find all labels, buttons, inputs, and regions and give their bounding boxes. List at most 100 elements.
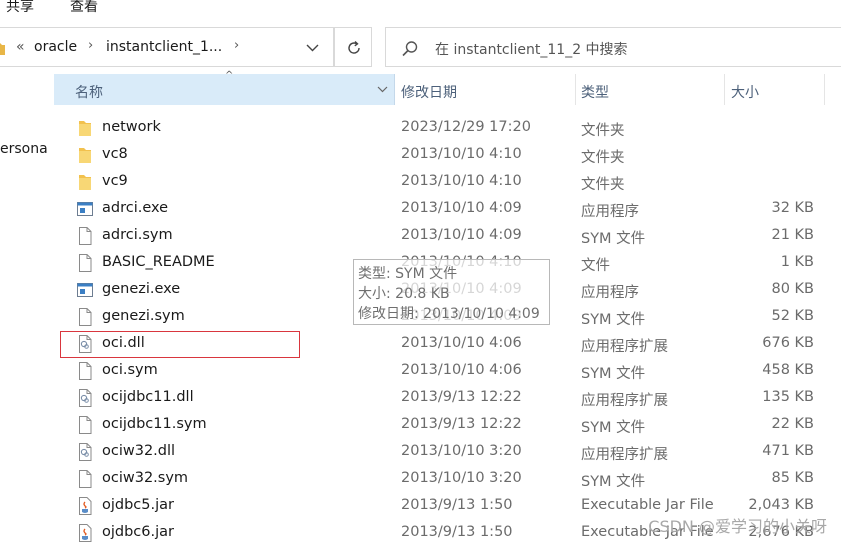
chevron-right-icon[interactable]: ›: [234, 38, 239, 53]
tooltip-type: 类型: SYM 文件: [358, 266, 458, 282]
file-type: SYM 文件: [581, 474, 646, 490]
file-name[interactable]: ojdbc6.jar: [102, 524, 174, 540]
file-modified: 2013/10/10 4:06: [401, 335, 522, 351]
ribbon-tab-view[interactable]: 查看: [70, 0, 98, 14]
refresh-icon: [348, 40, 360, 54]
address-overflow[interactable]: «: [16, 39, 25, 55]
tooltip-size: 大小: 20.8 KB: [358, 286, 450, 302]
file-modified: 2013/10/10 4:06: [401, 362, 522, 378]
file-name[interactable]: ociw32.dll: [102, 443, 175, 459]
file-type: 文件: [581, 258, 610, 274]
file-modified: 2013/10/10 3:20: [401, 470, 522, 486]
file-row[interactable]: ocijdbc11.dll 2013/9/13 12:22 应用程序扩展 135 KB: [54, 384, 841, 411]
file-type: SYM 文件: [581, 231, 646, 247]
file-size: 80 KB: [771, 281, 814, 297]
file-row[interactable]: ociw32.sym 2013/10/10 3:20 SYM 文件 85 KB: [54, 465, 841, 492]
column-header-name[interactable]: 名称: [54, 74, 395, 105]
tooltip-modified: 修改日期: 2013/10/10 4:09: [358, 306, 540, 322]
column-header-name-label: 名称: [75, 85, 103, 101]
folder-icon: [76, 172, 94, 192]
file-type: 文件夹: [581, 177, 625, 193]
dll-icon: [76, 442, 94, 462]
column-header-modified-label: 修改日期: [401, 85, 457, 101]
file-type: SYM 文件: [581, 366, 646, 382]
file-name[interactable]: adrci.exe: [102, 200, 168, 216]
search-placeholder[interactable]: 在 instantclient_11_2 中搜索: [435, 39, 628, 59]
chevron-down-icon[interactable]: [377, 86, 388, 93]
file-name[interactable]: ocijdbc11.sym: [102, 416, 207, 432]
file-modified: 2013/10/10 4:10: [401, 146, 522, 162]
file-name[interactable]: genezi.exe: [102, 281, 180, 297]
file-icon: [76, 415, 94, 435]
file-modified: 2013/9/13 1:50: [401, 497, 513, 513]
exe-icon: [76, 199, 94, 219]
highlight-box: [60, 331, 300, 358]
file-row[interactable]: vc8 2013/10/10 4:10 文件夹: [54, 141, 841, 168]
column-header-type-label: 类型: [581, 85, 609, 101]
file-name[interactable]: genezi.sym: [102, 308, 185, 324]
file-modified: 2013/10/10 4:09: [401, 200, 522, 216]
file-modified: 2013/10/10 4:10: [401, 173, 522, 189]
file-row[interactable]: network 2023/12/29 17:20 文件夹: [54, 114, 841, 141]
breadcrumb-oracle[interactable]: oracle: [34, 39, 77, 55]
column-divider[interactable]: [824, 74, 825, 105]
file-modified: 2013/9/13 1:50: [401, 524, 513, 540]
address-bar[interactable]: « oracle › instantclient_1... ›: [0, 27, 334, 67]
watermark: CSDN @爱学习的小关呀: [648, 517, 827, 536]
file-size: 135 KB: [762, 389, 814, 405]
file-type: 应用程序: [581, 204, 639, 220]
chevron-right-icon[interactable]: ›: [88, 38, 93, 53]
file-size: 471 KB: [762, 443, 814, 459]
file-row[interactable]: adrci.sym 2013/10/10 4:09 SYM 文件 21 KB: [54, 222, 841, 249]
column-header-modified[interactable]: 修改日期: [395, 74, 575, 105]
exe-icon: [76, 280, 94, 300]
file-name[interactable]: adrci.sym: [102, 227, 173, 243]
ribbon-tab-share[interactable]: 共享: [6, 0, 34, 14]
file-name[interactable]: network: [102, 119, 161, 135]
folder-icon: [76, 118, 94, 138]
file-row[interactable]: vc9 2013/10/10 4:10 文件夹: [54, 168, 841, 195]
file-modified: 2013/10/10 3:20: [401, 443, 522, 459]
column-header-type[interactable]: 类型: [576, 74, 724, 105]
file-name[interactable]: ociw32.sym: [102, 470, 188, 486]
file-name[interactable]: BASIC_README: [102, 254, 215, 270]
file-name[interactable]: ojdbc5.jar: [102, 497, 174, 513]
file-size: 52 KB: [771, 308, 814, 324]
file-row[interactable]: oci.sym 2013/10/10 4:06 SYM 文件 458 KB: [54, 357, 841, 384]
file-type: SYM 文件: [581, 312, 646, 328]
file-icon: [76, 469, 94, 489]
column-header-size[interactable]: 大小: [725, 74, 825, 105]
file-size: 85 KB: [771, 470, 814, 486]
refresh-button[interactable]: [334, 27, 372, 67]
file-modified: 2023/12/29 17:20: [401, 119, 531, 135]
file-type: 应用程序扩展: [581, 393, 668, 409]
jar-icon: [76, 523, 94, 543]
file-icon: [76, 253, 94, 273]
file-type: 应用程序扩展: [581, 339, 668, 355]
file-size: 676 KB: [762, 335, 814, 351]
file-row[interactable]: adrci.exe 2013/10/10 4:09 应用程序 32 KB: [54, 195, 841, 222]
file-type: Executable Jar File: [581, 497, 714, 513]
nav-pane-item[interactable]: ersona: [0, 141, 48, 157]
file-type: 应用程序扩展: [581, 447, 668, 463]
file-size: 458 KB: [762, 362, 814, 378]
chevron-down-icon[interactable]: [306, 44, 319, 52]
search-box[interactable]: 在 instantclient_11_2 中搜索: [385, 27, 841, 67]
file-type: SYM 文件: [581, 420, 646, 436]
folder-icon: [0, 43, 5, 55]
file-name[interactable]: ocijdbc11.dll: [102, 389, 194, 405]
file-modified: 2013/9/13 12:22: [401, 389, 522, 405]
file-row[interactable]: ociw32.dll 2013/10/10 3:20 应用程序扩展 471 KB: [54, 438, 841, 465]
file-type: 应用程序: [581, 285, 639, 301]
file-row[interactable]: ocijdbc11.sym 2013/9/13 12:22 SYM 文件 22 KB: [54, 411, 841, 438]
file-name[interactable]: vc8: [102, 146, 128, 162]
search-icon: [402, 41, 418, 57]
file-size: 32 KB: [771, 200, 814, 216]
column-header-size-label: 大小: [731, 85, 759, 101]
breadcrumb-instantclient[interactable]: instantclient_1...: [106, 39, 222, 55]
file-name[interactable]: vc9: [102, 173, 128, 189]
file-type: 文件夹: [581, 150, 625, 166]
file-size: 2,043 KB: [748, 497, 814, 513]
file-name[interactable]: oci.sym: [102, 362, 158, 378]
file-type: 文件夹: [581, 123, 625, 139]
